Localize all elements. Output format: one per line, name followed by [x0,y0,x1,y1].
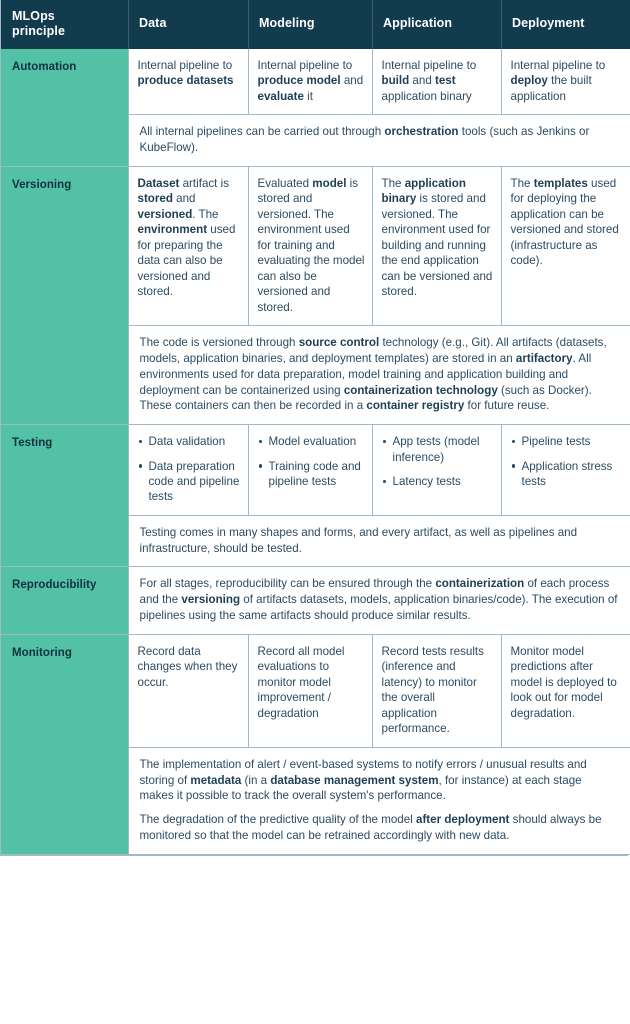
cell-monitoring-0: Record data changes when they occur. [128,634,249,748]
emphasis: stored [137,192,173,206]
bullet-item: Data preparation code and pipeline tests [138,459,241,505]
principle-label-reproducibility: Reproducibility [1,566,129,635]
emphasis: source control [298,336,380,350]
summary-paragraph: All internal pipelines can be carried ou… [139,125,590,154]
cell-testing-2: App tests (model inference) Latency tests [372,424,502,516]
emphasis: artifactory [515,352,573,366]
emphasis: containerization [435,577,525,591]
cell-versioning-3: The templates used for deploying the app… [501,166,630,327]
bullet-list: Data validation Data preparation code and… [138,434,241,505]
table-header-row: MLOps principle Data Modeling Application Dep… [1,0,630,49]
header-cell-deployment: Deployment [501,0,630,49]
emphasis: database management system [270,773,439,787]
emphasis: versioned [137,207,193,221]
emphasis: build [381,74,410,88]
cell-versioning-0: Dataset artifact is stored and versioned… [128,166,249,327]
emphasis: application binary [381,176,466,206]
summary-testing: Testing comes in many shapes and forms, … [128,515,630,568]
principle-row-versioning: Versioning Dataset artifact is stored and… [1,166,630,426]
mlops-principles-table: MLOps principle Data Modeling Application Dep… [1,0,630,855]
cell-automation-1: Internal pipeline to produce model and e… [248,48,373,116]
cell-automation-3: Internal pipeline to deploy the built ap… [501,48,630,116]
summary-automation: All internal pipelines can be carried ou… [128,114,630,167]
emphasis: environment [137,223,208,237]
principle-label-monitoring: Monitoring [1,634,129,855]
bullet-list: App tests (model inference) Latency tests [382,434,494,489]
principle-label-automation: Automation [1,48,129,167]
mlops-principles-table-wrapper: MLOps principle Data Modeling Application Dep… [0,0,630,856]
emphasis: evaluate [257,89,304,103]
emphasis: container registry [366,399,465,413]
cell-monitoring-1: Record all model evaluations to monitor … [248,634,373,748]
emphasis: deploy [510,74,548,88]
header-cell-application: Application [372,0,501,49]
cell-monitoring-2: Record tests results (inference and late… [372,634,502,748]
summary-monitoring: The implementation of alert / event-base… [128,747,630,855]
summary-versioning: The code is versioned through source con… [128,325,630,426]
bullet-item: Training code and pipeline tests [258,459,365,490]
summary-paragraph: The code is versioned through source con… [139,336,607,413]
bullet-list: Model evaluation Training code and pipeli… [258,434,365,489]
cell-testing-0: Data validation Data preparation code and… [128,424,249,516]
summary-reproducibility: For all stages, reproducibility can be e… [128,566,630,635]
summary-paragraph: Testing comes in many shapes and forms, … [139,525,578,555]
principle-row-testing: Testing Data validation Data preparation c… [1,424,630,568]
header-cell-modeling: Modeling [248,0,372,49]
bullet-list: Pipeline tests Application stress tests [511,434,624,489]
bullet-item: App tests (model inference) [382,434,494,465]
emphasis: test [435,74,456,88]
header-cell-principle: MLOps principle [1,0,128,49]
principle-label-versioning: Versioning [1,166,129,426]
emphasis: orchestration [384,125,459,139]
bullet-item: Application stress tests [511,459,624,490]
principle-label-testing: Testing [1,424,129,568]
cell-automation-0: Internal pipeline to produce datasets [128,48,249,116]
summary-paragraph: The degradation of the predictive qualit… [139,813,602,842]
bullet-item: Data validation [138,434,241,449]
cell-testing-1: Model evaluation Training code and pipeli… [248,424,373,516]
bullet-item: Model evaluation [258,434,365,449]
cell-testing-3: Pipeline tests Application stress tests [501,424,630,516]
emphasis: containerization technology [343,383,498,397]
bullet-item: Latency tests [382,474,494,489]
principle-row-automation: Automation Internal pipeline to produce d… [1,48,630,167]
principle-row-reproducibility: Reproducibility For all stages, reproduci… [1,566,630,635]
header-cell-data: Data [128,0,248,49]
emphasis: templates [533,176,588,190]
summary-paragraph: For all stages, reproducibility can be e… [139,577,618,622]
bullet-item: Pipeline tests [511,434,624,449]
emphasis: model [312,176,347,190]
emphasis: produce model [257,74,341,88]
principle-row-monitoring: Monitoring Record data changes when they … [1,634,630,855]
emphasis: after deployment [416,813,510,827]
cell-versioning-2: The application binary is stored and ver… [372,166,502,327]
emphasis: metadata [190,773,242,787]
cell-automation-2: Internal pipeline to build and test appl… [372,48,502,116]
emphasis: versioning [181,593,241,607]
table-body: MLOps principle Data Modeling Application Dep… [1,0,630,855]
summary-paragraph: The implementation of alert / event-base… [139,757,587,803]
cell-versioning-1: Evaluated model is stored and versioned.… [248,166,373,327]
emphasis: produce datasets [137,74,234,88]
emphasis: Dataset [137,176,180,190]
cell-monitoring-3: Monitor model predictions after model is… [501,634,630,748]
